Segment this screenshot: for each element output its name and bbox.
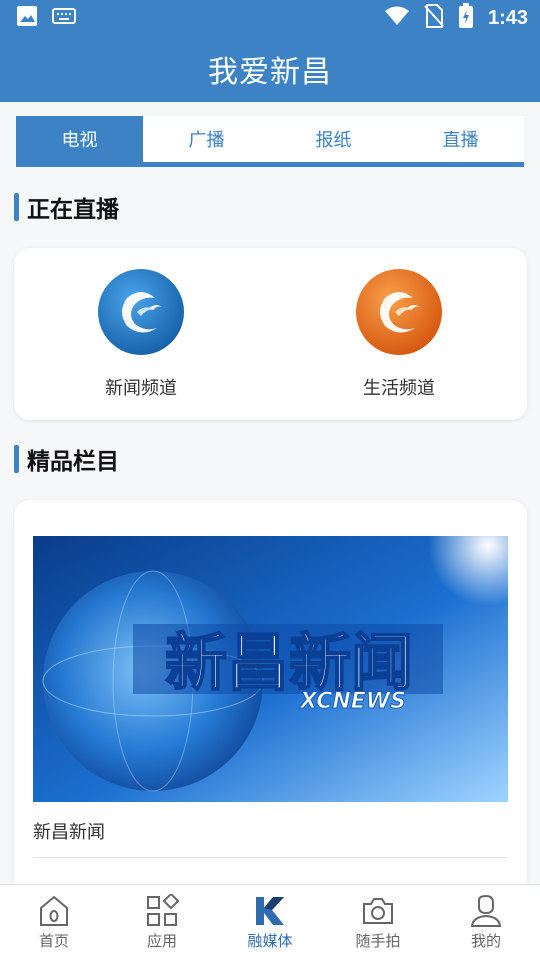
image-icon <box>16 5 38 31</box>
live-section-title: 正在直播 <box>27 197 119 223</box>
news-channel-logo-icon <box>98 269 184 355</box>
channel-life[interactable]: 生活频道 <box>299 268 499 400</box>
status-bar: 1:43 <box>0 0 540 36</box>
app-header: 我爱新昌 <box>0 36 540 102</box>
tab-radio[interactable]: 广播 <box>143 116 270 162</box>
divider <box>33 857 508 858</box>
channel-news-label: 新闻频道 <box>105 378 177 399</box>
live-section-header: 正在直播 <box>14 190 119 224</box>
program-name[interactable]: 新昌新闻 <box>33 818 105 844</box>
nav-home[interactable]: 首页 <box>0 885 108 960</box>
channel-news[interactable]: 新闻频道 <box>41 268 241 400</box>
profile-icon <box>470 894 502 927</box>
no-sim-icon <box>424 4 444 32</box>
program-banner-image[interactable]: 新昌新闻 XCNEWS <box>33 536 508 802</box>
tab-live[interactable]: 直播 <box>397 116 524 162</box>
media-logo-icon <box>256 897 284 925</box>
battery-icon <box>458 3 474 33</box>
banner-subtitle: XCNEWS <box>298 689 406 714</box>
tab-newspaper[interactable]: 报纸 <box>270 116 397 162</box>
nav-media[interactable]: 融媒体 <box>216 885 324 960</box>
channel-life-label: 生活频道 <box>363 378 435 399</box>
section-accent-bar <box>14 445 19 473</box>
nav-snapshot-label: 随手拍 <box>355 932 401 950</box>
nav-profile-label: 我的 <box>470 932 501 950</box>
section-accent-bar <box>14 193 19 221</box>
status-time: 1:43 <box>487 6 528 29</box>
live-channels-card: 新闻频道 生活频道 <box>14 248 527 420</box>
tab-tv[interactable]: 电视 <box>16 116 143 162</box>
nav-home-label: 首页 <box>38 932 69 950</box>
home-icon <box>40 895 68 926</box>
featured-section-header: 精品栏目 <box>14 442 119 476</box>
life-channel-logo-icon <box>356 269 442 355</box>
wifi-icon <box>384 5 410 31</box>
featured-section-title: 精品栏目 <box>27 449 119 475</box>
nav-apps[interactable]: 应用 <box>108 885 216 960</box>
bottom-nav: 首页 应用 融媒体 随手拍 我的 <box>0 884 540 960</box>
program-card[interactable]: 新昌新闻 XCNEWS 新昌新闻 <box>14 500 527 900</box>
nav-media-label: 融媒体 <box>247 932 293 950</box>
camera-icon <box>363 898 393 924</box>
category-tabs: 电视 广播 报纸 直播 <box>16 116 524 167</box>
app-title: 我爱新昌 <box>208 55 332 90</box>
nav-snapshot[interactable]: 随手拍 <box>324 885 432 960</box>
keyboard-icon <box>52 7 76 29</box>
apps-icon <box>147 894 179 926</box>
nav-profile[interactable]: 我的 <box>432 885 540 960</box>
nav-apps-label: 应用 <box>146 932 177 950</box>
